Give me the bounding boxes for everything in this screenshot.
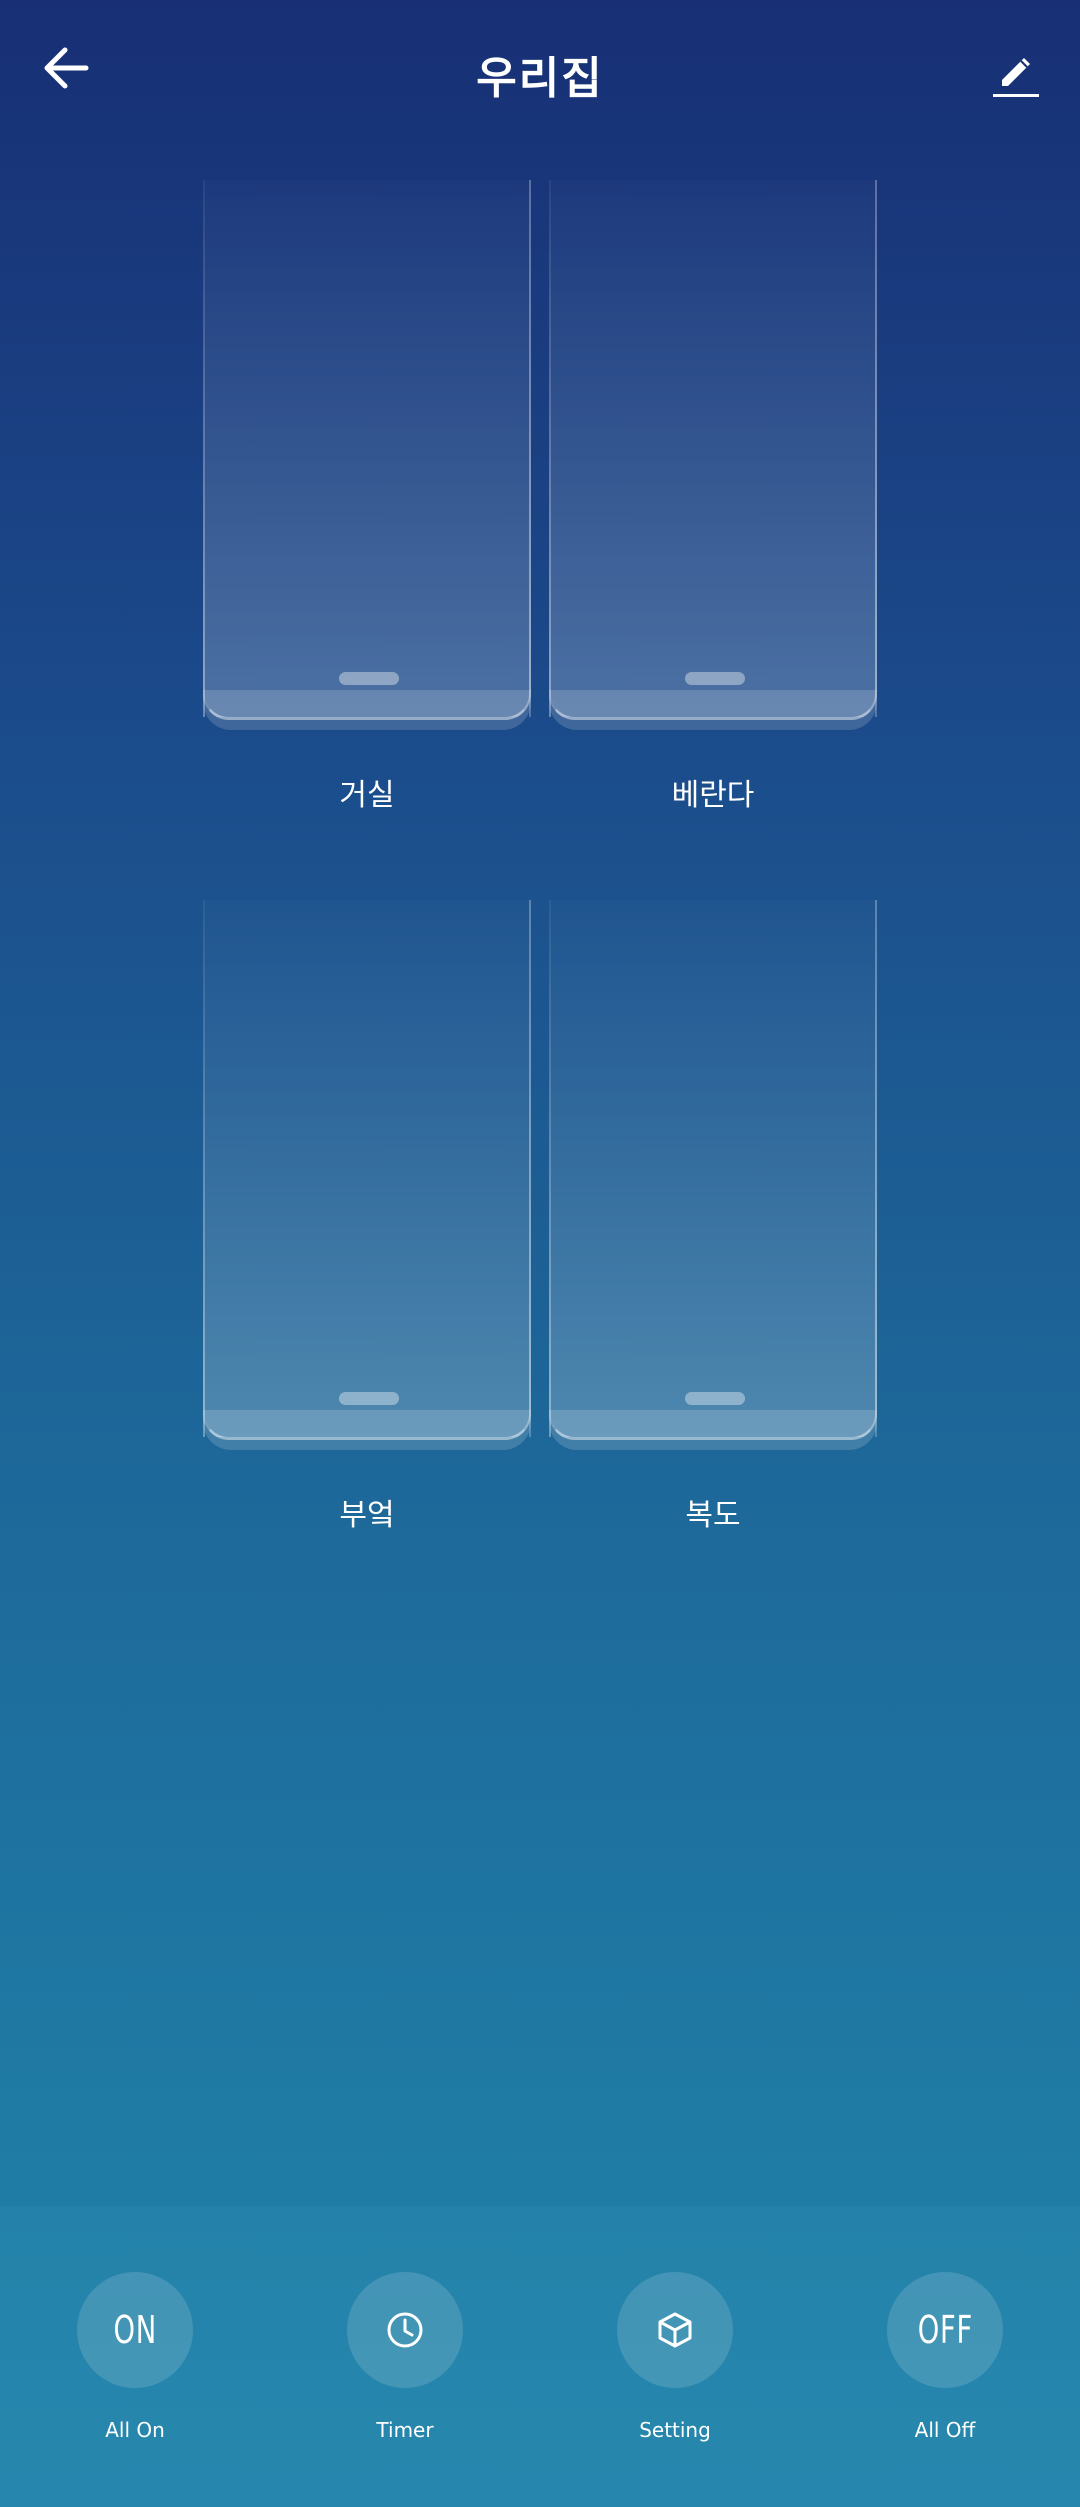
timer-circle xyxy=(347,2272,463,2388)
switch-face xyxy=(549,180,877,720)
cube-icon xyxy=(658,2312,692,2348)
setting-circle xyxy=(617,2272,733,2388)
all-off-button[interactable]: OFF All Off xyxy=(845,2272,1045,2472)
on-text-icon: ON xyxy=(113,2308,157,2352)
bottom-action-bar: ON All On Timer Setting OFF All Off xyxy=(0,2206,1080,2507)
all-on-button[interactable]: ON All On xyxy=(35,2272,235,2472)
switch-label: 거실 xyxy=(339,778,395,813)
switch-handle xyxy=(339,672,399,685)
page-title: 우리집 xyxy=(476,53,604,104)
switch-kitchen[interactable]: 부엌 xyxy=(203,900,531,1533)
pencil-icon xyxy=(993,58,1039,97)
all-on-circle: ON xyxy=(77,2272,193,2388)
timer-label: Timer xyxy=(376,2418,434,2442)
switch-label: 베란다 xyxy=(671,778,755,813)
switch-face xyxy=(203,180,531,720)
switch-face xyxy=(203,900,531,1440)
switch-handle xyxy=(685,672,745,685)
switch-face xyxy=(549,900,877,1440)
setting-label: Setting xyxy=(639,2418,711,2442)
switch-veranda[interactable]: 베란다 xyxy=(549,180,877,813)
switch-label: 복도 xyxy=(685,1498,741,1533)
switch-handle xyxy=(339,1392,399,1405)
all-off-label: All Off xyxy=(914,2418,976,2442)
switch-livingroom[interactable]: 거실 xyxy=(203,180,531,813)
switch-label: 부엌 xyxy=(339,1498,395,1533)
app-header: 우리집 xyxy=(0,0,1080,150)
off-text-icon: OFF xyxy=(917,2308,973,2352)
timer-button[interactable]: Timer xyxy=(305,2272,505,2472)
setting-button[interactable]: Setting xyxy=(575,2272,775,2472)
all-off-circle: OFF xyxy=(887,2272,1003,2388)
switch-handle xyxy=(685,1392,745,1405)
switch-hallway[interactable]: 복도 xyxy=(549,900,877,1533)
all-on-label: All On xyxy=(105,2418,165,2442)
edit-button[interactable] xyxy=(980,40,1052,112)
clock-icon xyxy=(387,2312,423,2348)
